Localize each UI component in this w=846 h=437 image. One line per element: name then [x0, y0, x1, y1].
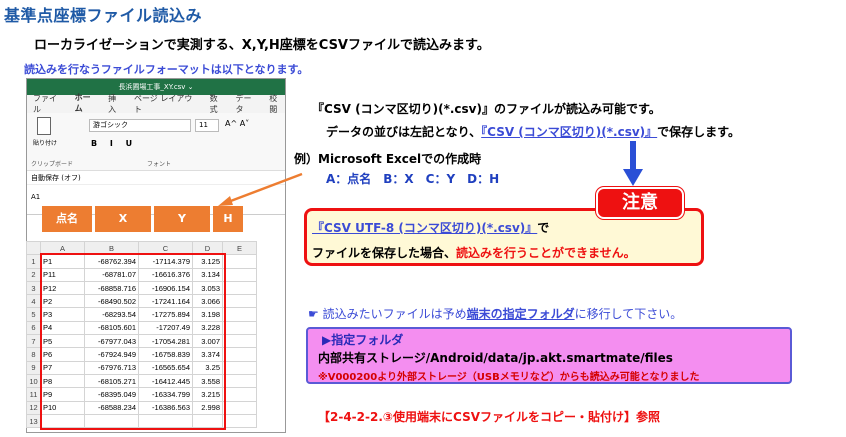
column-mapping: A：点名 B：X C：Y D：H — [326, 172, 500, 186]
font-name-select[interactable]: 游ゴシック — [89, 119, 191, 132]
tab-formulas[interactable]: 数式 — [210, 93, 226, 115]
row-number[interactable]: 10 — [26, 373, 41, 389]
data-highlight-box — [40, 253, 226, 430]
move-prefix: 読込みたいファイルは予め — [322, 307, 467, 321]
move-suffix: に移行して下さい。 — [574, 307, 683, 321]
row-number[interactable]: 13 — [26, 413, 41, 429]
grid-cell[interactable] — [222, 373, 257, 389]
row-number[interactable]: 8 — [26, 347, 41, 362]
grid-cell[interactable] — [222, 400, 257, 415]
tab-data[interactable]: データ — [235, 93, 259, 115]
paste-label: 貼り付け — [33, 140, 58, 147]
tab-review[interactable]: 校閲 — [269, 93, 285, 115]
grid-cell[interactable] — [222, 294, 257, 309]
warning-line-2: ファイルを保存した場合、読込みを行うことができません。 — [312, 244, 636, 261]
format-buttons[interactable]: B I U — [91, 139, 137, 148]
grid-cell[interactable] — [222, 307, 257, 322]
grid-cell[interactable] — [222, 387, 257, 402]
excel-ribbon-tabs: ファイル ホーム 挿入 ページ レイアウト 数式 データ 校閲 — [27, 93, 285, 116]
grid-cell[interactable] — [222, 254, 257, 269]
row-number[interactable]: 5 — [26, 307, 41, 322]
header-x: X — [95, 206, 151, 232]
move-instruction: ☛ 読込みたいファイルは予め端末の指定フォルダに移行して下さい。 — [308, 305, 682, 322]
utf8-format-link[interactable]: 『CSV UTF-8 (コンマ区切り)(*.csv)』 — [312, 221, 537, 235]
row-number[interactable]: 6 — [26, 320, 41, 336]
font-size-select[interactable]: 11 — [195, 119, 219, 132]
info-line-1: 『CSV (コンマ区切り)(*.csv)』のファイルが読込み可能です。 — [312, 102, 661, 116]
warning-cannot-read: 読込みを行うことができません。 — [456, 246, 636, 260]
tab-page-layout[interactable]: ページ レイアウト — [134, 93, 200, 115]
paste-button[interactable]: 貼り付け — [33, 117, 69, 153]
corner-cell[interactable] — [26, 240, 41, 256]
col-e[interactable]: E — [222, 240, 257, 256]
grid-cell[interactable] — [222, 320, 257, 336]
column-header-overlay: 点名 X Y H — [42, 206, 243, 232]
tab-file[interactable]: ファイル — [33, 93, 65, 115]
folder-note: ※V000200より外部ストレージ（USBメモリなど）からも読込み可能となりまし… — [318, 372, 700, 383]
reference-note: 【2-4-2-2.③使用端末にCSVファイルをコピー・貼付け】参照 — [318, 410, 661, 424]
info-line-2: データの並びは左記となり、『CSV (コンマ区切り)(*.csv)』で保存します… — [326, 123, 740, 140]
format-note: 読込みを行なうファイルフォーマットは以下となります。 — [24, 63, 309, 76]
grid-cell[interactable] — [222, 413, 257, 429]
grid-cell[interactable] — [222, 280, 257, 296]
excel-ribbon: 貼り付け 游ゴシック 11 A^ A˅ B I U クリップボード フォント — [27, 113, 285, 171]
info-line-2-prefix: データの並びは左記となり、 — [326, 125, 482, 139]
example-heading: 例）Microsoft Excelでの作成時 — [294, 152, 482, 166]
pointing-hand-icon: ☛ — [308, 307, 319, 321]
grid-cell[interactable] — [222, 267, 257, 282]
designated-folder-link[interactable]: 端末の指定フォルダ — [467, 307, 575, 321]
folder-label: ▶指定フォルダ — [322, 333, 404, 347]
group-font-label: フォント — [147, 161, 172, 168]
group-clipboard-label: クリップボード — [31, 161, 74, 168]
down-arrow-icon — [623, 141, 643, 186]
grid-cell[interactable] — [222, 334, 257, 349]
row-number[interactable]: 1 — [26, 254, 41, 269]
header-point-name: 点名 — [42, 206, 92, 232]
row-number[interactable]: 12 — [26, 400, 41, 415]
row-number[interactable]: 7 — [26, 334, 41, 349]
csv-format-link[interactable]: 『CSV (コンマ区切り)(*.csv)』 — [481, 125, 657, 139]
warning-line-1: 『CSV UTF-8 (コンマ区切り)(*.csv)』で — [312, 219, 549, 236]
orange-arrow-icon — [218, 172, 303, 206]
font-grow-buttons[interactable]: A^ A˅ — [225, 119, 249, 128]
info-line-2-suffix: で保存します。 — [657, 125, 740, 139]
row-number[interactable]: 2 — [26, 267, 41, 282]
folder-path: 内部共有ストレージ/Android/data/jp.akt.smartmate/… — [318, 351, 673, 365]
cell-reference[interactable]: A1 — [31, 193, 40, 201]
header-y: Y — [154, 206, 210, 232]
row-number[interactable]: 4 — [26, 294, 41, 309]
row-number[interactable]: 3 — [26, 280, 41, 296]
tab-insert[interactable]: 挿入 — [108, 93, 124, 115]
row-number[interactable]: 9 — [26, 360, 41, 375]
row-number[interactable]: 11 — [26, 387, 41, 402]
warning-line-1-suffix: で — [537, 221, 550, 235]
page-title: 基準点座標ファイル読込み — [4, 6, 203, 25]
clipboard-icon — [37, 117, 51, 135]
warning-line-2-prefix: ファイルを保存した場合、 — [312, 246, 457, 260]
grid-cell[interactable] — [222, 347, 257, 362]
caution-badge: 注意 — [596, 187, 684, 219]
page-subtitle: ローカライゼーションで実測する、X,Y,H座標をCSVファイルで読込みます。 — [34, 38, 490, 53]
grid-cell[interactable] — [222, 360, 257, 375]
header-h: H — [213, 206, 243, 232]
